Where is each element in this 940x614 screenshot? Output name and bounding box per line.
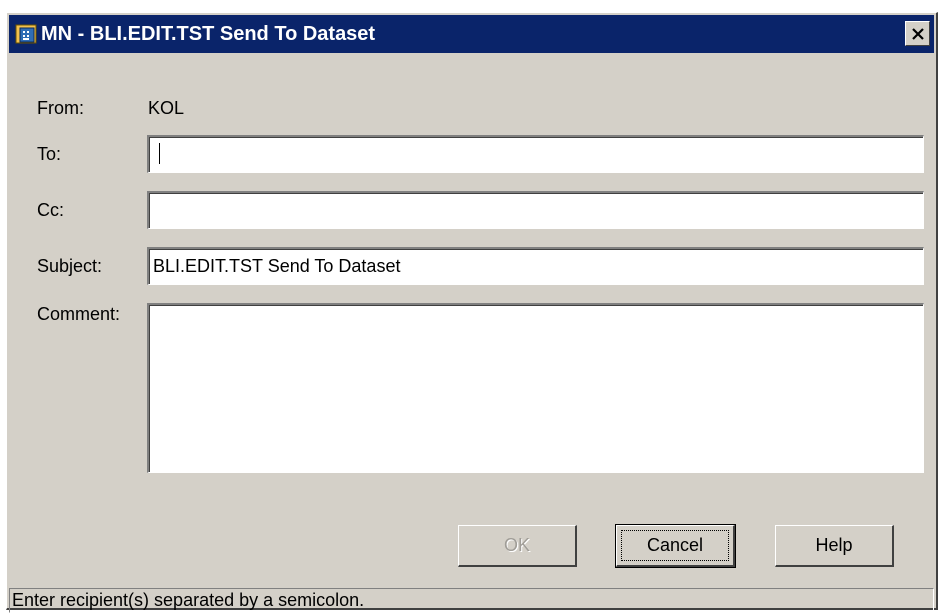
- from-label: From:: [37, 98, 84, 118]
- close-icon: [911, 27, 924, 40]
- status-bar: Enter recipient(s) separated by a semico…: [9, 588, 934, 613]
- cc-field[interactable]: [147, 191, 924, 229]
- to-label: To:: [37, 144, 62, 164]
- send-to-dataset-dialog: MN - BLI.EDIT.TST Send To Dataset From: …: [6, 12, 938, 613]
- from-value: KOL: [148, 98, 185, 118]
- comment-label: Comment:: [37, 304, 121, 324]
- window-title: MN - BLI.EDIT.TST Send To Dataset: [41, 23, 376, 45]
- subject-label: Subject:: [37, 256, 103, 276]
- subject-field[interactable]: [147, 247, 924, 285]
- close-button[interactable]: [905, 21, 930, 46]
- cancel-button[interactable]: Cancel: [615, 524, 736, 568]
- comment-field[interactable]: [147, 303, 924, 473]
- cc-label: Cc:: [37, 200, 64, 220]
- help-button[interactable]: Help: [775, 525, 894, 567]
- ok-button[interactable]: OK: [458, 525, 577, 567]
- cancel-button-label: Cancel: [646, 535, 704, 555]
- to-field[interactable]: [147, 135, 924, 173]
- text-caret: [159, 143, 160, 164]
- status-text: Enter recipient(s) separated by a semico…: [12, 590, 365, 610]
- title-bar[interactable]: MN - BLI.EDIT.TST Send To Dataset: [9, 15, 934, 53]
- app-icon: [15, 24, 37, 44]
